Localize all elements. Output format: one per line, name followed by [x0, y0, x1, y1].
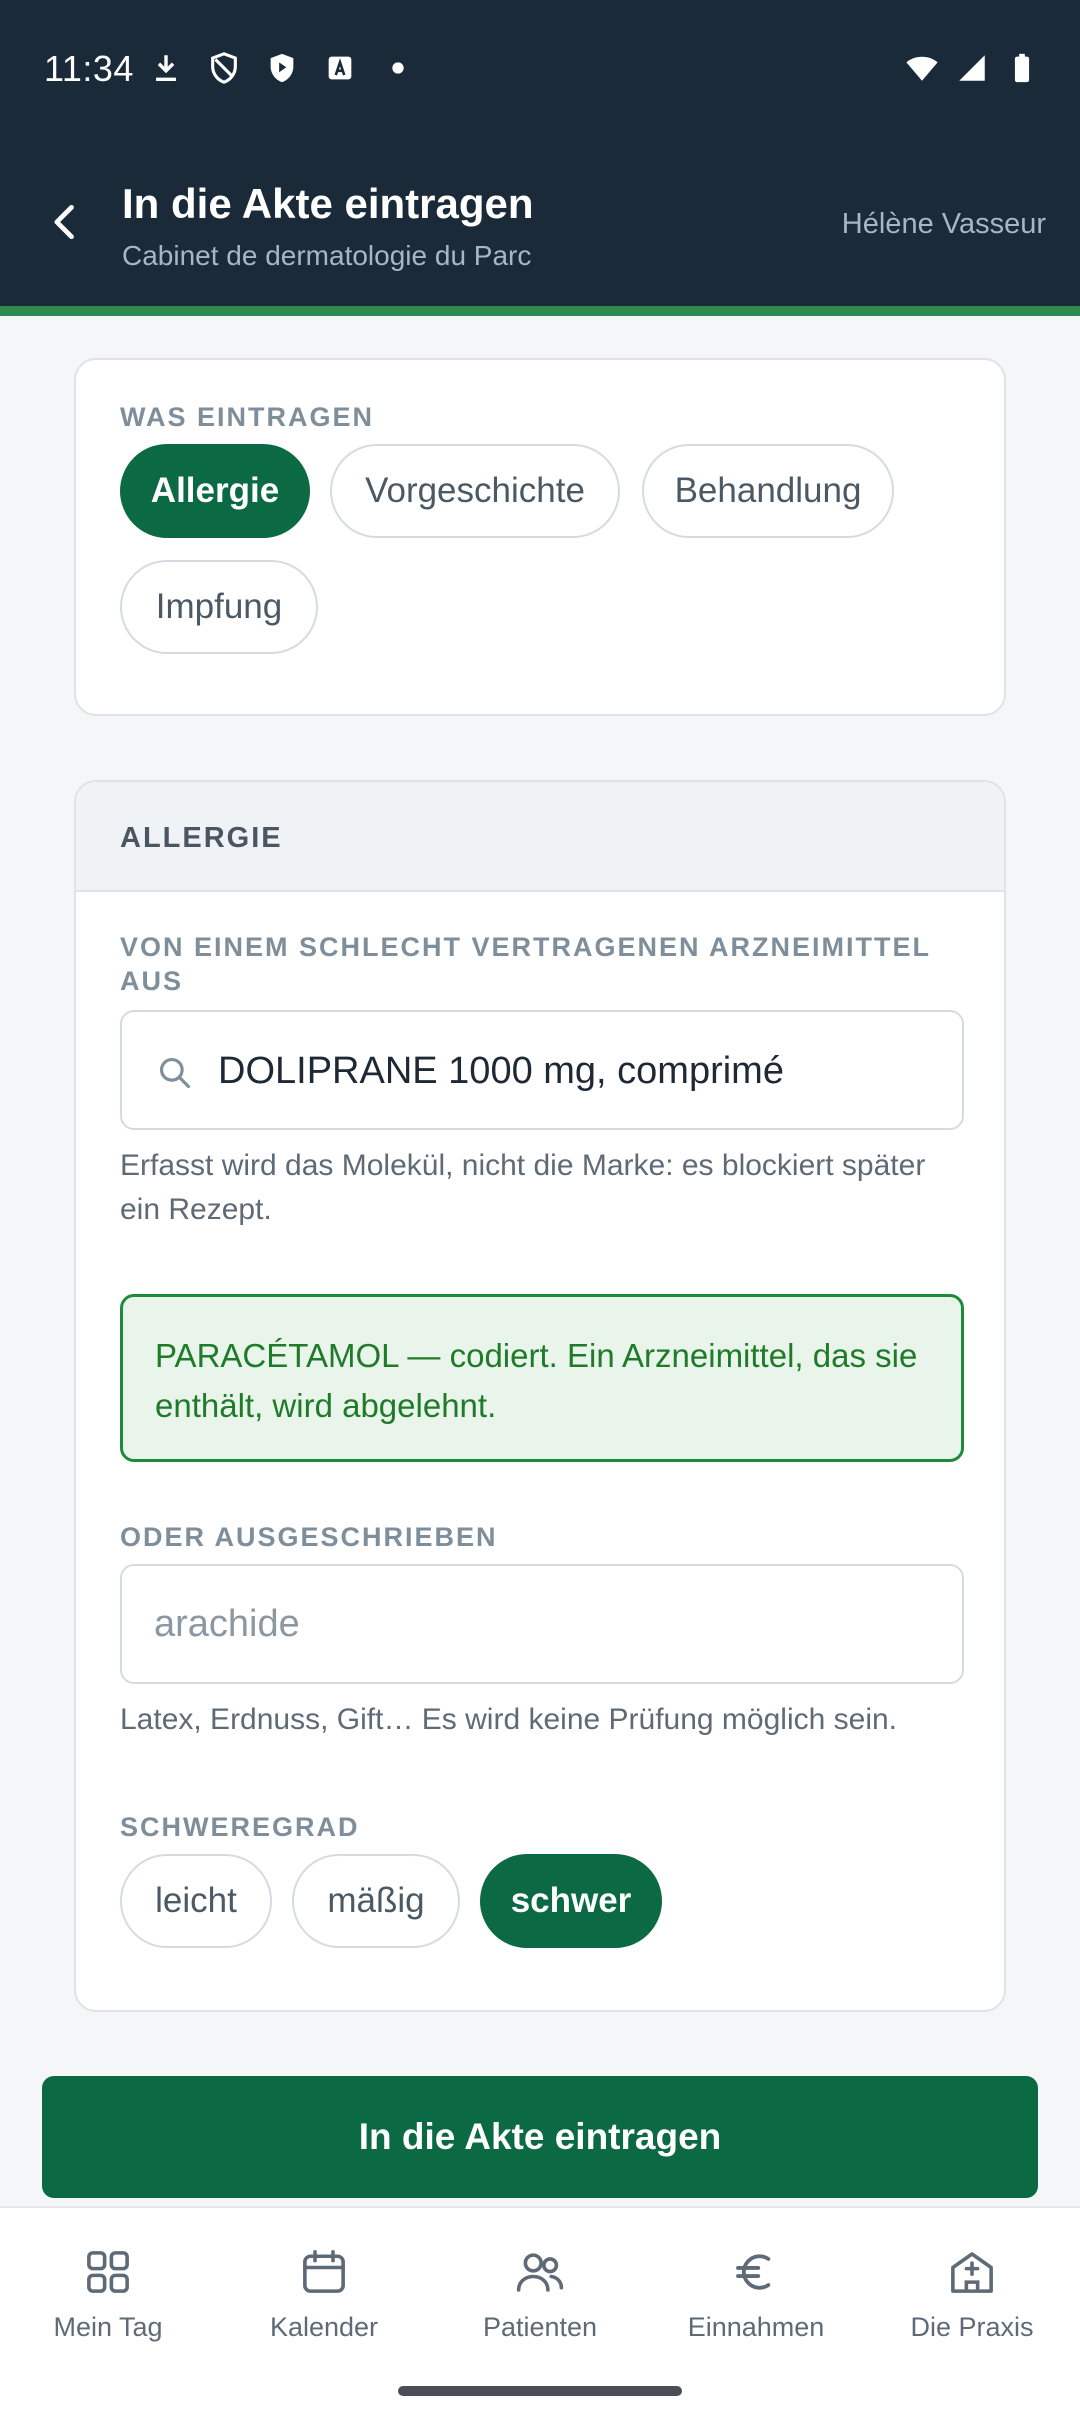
submit-button[interactable]: In die Akte eintragen — [42, 2076, 1038, 2198]
search-icon — [159, 1057, 191, 1089]
chip-label: schwer — [510, 1881, 632, 1920]
nav-patienten[interactable]: Patienten — [432, 2244, 648, 2354]
entry-type-card: WAS EINTRAGEN Allergie Vorgeschichte Beh… — [74, 358, 1006, 716]
app-bar-accent-line — [0, 306, 1080, 316]
chip-label: leicht — [155, 1881, 237, 1920]
chip-behandlung[interactable]: Behandlung — [642, 444, 894, 538]
arrow-back-icon — [54, 204, 74, 240]
nav-label: Patienten — [482, 2312, 598, 2342]
nav-label: Kalender — [269, 2312, 379, 2342]
download-icon — [148, 50, 184, 86]
nav-label: Einnahmen — [687, 2312, 825, 2342]
euro-icon — [728, 2244, 784, 2300]
back-button[interactable] — [40, 196, 92, 248]
nav-kalender[interactable]: Kalender — [216, 2244, 432, 2354]
chip-allergie[interactable]: Allergie — [120, 444, 310, 538]
entry-type-label: WAS EINTRAGEN — [120, 402, 375, 432]
shield-icon — [206, 50, 242, 86]
chip-label: Vorgeschichte — [365, 471, 585, 510]
severity-schwer[interactable]: schwer — [480, 1854, 662, 1948]
nav-label: Mein Tag — [53, 2312, 163, 2342]
chip-label: Behandlung — [674, 471, 862, 510]
drug-search-field[interactable]: DOLIPRANE 1000 mg, comprimé — [120, 1010, 964, 1130]
page-title: In die Akte eintragen — [122, 180, 534, 227]
coded-notice-text: PARACÉTAMOL — codiert. Ein Arzneimittel,… — [155, 1337, 918, 1424]
wifi-icon — [904, 50, 940, 86]
patients-icon — [512, 2244, 568, 2300]
page-subtitle: Cabinet de dermatologie du Parc — [122, 240, 532, 271]
drug-label: VON EINEM SCHLECHT VERTRAGENEN ARZNEIMIT… — [120, 932, 931, 996]
dot-icon — [380, 50, 416, 86]
submit-label: In die Akte eintragen — [358, 2116, 722, 2157]
calendar-icon — [296, 2244, 352, 2300]
severity-maessig[interactable]: mäßig — [292, 1854, 460, 1948]
allergy-card-header: ALLERGIE — [76, 782, 1004, 892]
status-icons-left — [148, 50, 416, 86]
chip-label: Allergie — [150, 471, 280, 510]
freetext-help-text: Latex, Erdnuss, Gift… Es wird keine Prüf… — [120, 1703, 898, 1736]
battery-icon — [1004, 50, 1040, 86]
freetext-field[interactable] — [120, 1564, 964, 1684]
user-name[interactable]: Hélène Vasseur — [842, 208, 1046, 241]
home-indicator[interactable] — [398, 2386, 682, 2396]
grid-icon — [80, 2244, 136, 2300]
severity-leicht[interactable]: leicht — [120, 1854, 272, 1948]
severity-label: SCHWEREGRAD — [120, 1812, 360, 1842]
chip-vorgeschichte[interactable]: Vorgeschichte — [330, 444, 620, 538]
play-protect-icon — [264, 50, 300, 86]
chip-impfung[interactable]: Impfung — [120, 560, 318, 654]
freetext-input[interactable] — [154, 1566, 934, 1682]
status-time: 11:34 — [44, 48, 134, 89]
drug-help-text: Erfasst wird das Molekül, nicht die Mark… — [120, 1149, 926, 1226]
chip-label: mäßig — [327, 1881, 425, 1920]
allergy-card: ALLERGIE VON EINEM SCHLECHT VERTRAGENEN … — [74, 780, 1006, 2012]
allergy-title: ALLERGIE — [120, 822, 283, 854]
coded-notice: PARACÉTAMOL — codiert. Ein Arzneimittel,… — [120, 1294, 964, 1462]
status-icons-right — [904, 50, 1040, 86]
nav-label: Die Praxis — [910, 2312, 1034, 2342]
text-a-icon — [322, 50, 358, 86]
nav-mein-tag[interactable]: Mein Tag — [0, 2244, 216, 2354]
practice-icon — [944, 2244, 1000, 2300]
freetext-label: ODER AUSGESCHRIEBEN — [120, 1522, 498, 1552]
chip-label: Impfung — [155, 587, 283, 626]
drug-search-value: DOLIPRANE 1000 mg, comprimé — [218, 1050, 784, 1092]
signal-icon — [954, 50, 990, 86]
nav-einnahmen[interactable]: Einnahmen — [648, 2244, 864, 2354]
status-bar: 11:34 — [0, 0, 1080, 140]
nav-die-praxis[interactable]: Die Praxis — [864, 2244, 1080, 2354]
